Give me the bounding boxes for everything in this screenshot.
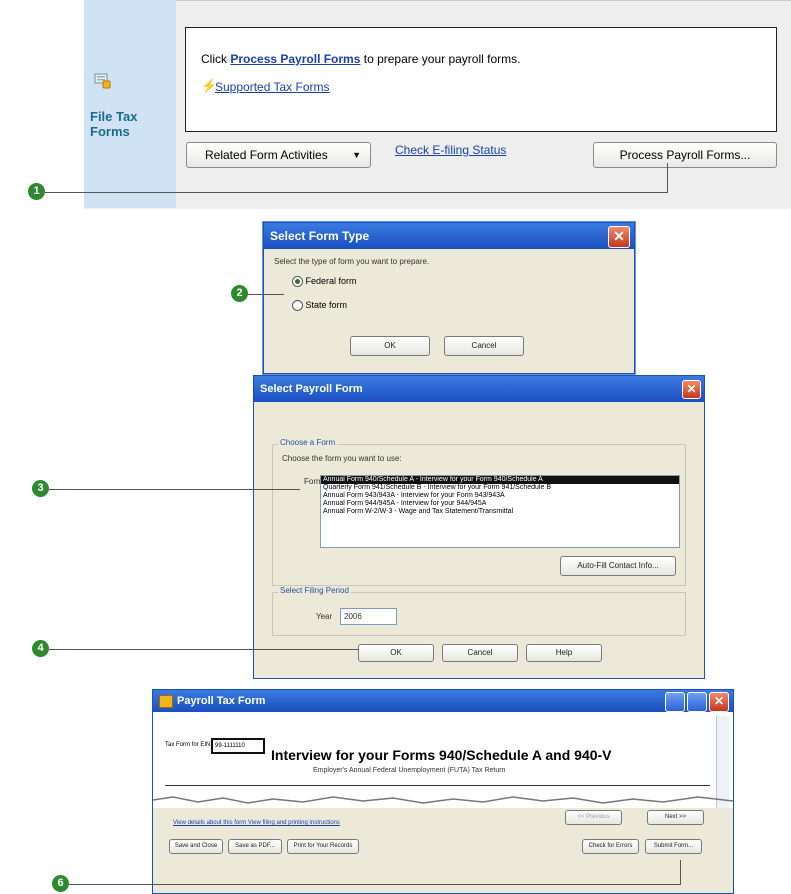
related-button-label: Related Form Activities (205, 148, 328, 162)
callout-4-leader (49, 649, 359, 650)
select-form-type-prompt: Select the type of form you want to prep… (274, 257, 430, 266)
ein-label: Tax Form for EIN: (165, 742, 213, 748)
form-list-item[interactable]: Annual Form W-2/W-3 - Wage and Tax State… (321, 508, 679, 516)
ok-button[interactable]: OK (358, 644, 434, 662)
year-input[interactable]: 2006 (340, 608, 397, 625)
form-info-links[interactable]: View details about this form View filing… (173, 820, 340, 826)
callout-1: 1 (28, 183, 45, 200)
file-tax-forms-icon (94, 72, 112, 90)
next-button[interactable]: Next >> (647, 810, 704, 825)
callout-3-leader (49, 489, 300, 490)
check-for-errors-button[interactable]: Check for Errors (582, 839, 639, 854)
filing-period-group-label: Select Filing Period (278, 586, 351, 595)
state-form-label: State form (305, 300, 348, 310)
divider (165, 785, 710, 786)
instruction-prefix: Click (201, 52, 231, 66)
payroll-tax-form-window: Payroll Tax Form ✕ Tax Form for EIN: 99-… (152, 689, 734, 894)
help-button[interactable]: Help (526, 644, 602, 662)
select-form-type-dialog: Select Form Type ✕ Select the type of fo… (263, 222, 635, 374)
form-subheading: Employer's Annual Federal Unemployment (… (313, 767, 506, 774)
instruction-suffix: to prepare your payroll forms. (360, 52, 521, 66)
radio-selected-icon (292, 276, 303, 288)
federal-form-radio[interactable]: Federal form (292, 276, 357, 288)
maximize-icon[interactable] (687, 692, 707, 712)
instruction-text: Click Process Payroll Forms to prepare y… (201, 52, 520, 66)
callout-6-leader (69, 884, 680, 885)
form-list-item[interactable]: Annual Form 944/945A - Interview for you… (321, 500, 679, 508)
choose-form-group-label: Choose a Form (278, 438, 338, 447)
federal-form-label: Federal form (305, 276, 357, 286)
radio-unselected-icon (292, 300, 303, 312)
callout-1-leader (45, 192, 667, 193)
close-icon[interactable]: ✕ (608, 226, 630, 248)
save-and-close-button[interactable]: Save and Close (169, 839, 223, 854)
close-icon[interactable]: ✕ (682, 380, 701, 399)
callout-1-leader-up (667, 163, 668, 193)
filing-period-group (272, 592, 686, 636)
callout-3: 3 (32, 480, 49, 497)
callout-2: 2 (231, 285, 248, 302)
select-payroll-form-title: Select Payroll Form (254, 376, 704, 402)
torn-edge (153, 794, 733, 808)
form-list[interactable]: Annual Form 940/Schedule A - Interview f… (320, 475, 680, 548)
state-form-radio[interactable]: State form (292, 300, 348, 312)
form-list-item[interactable]: Annual Form 940/Schedule A - Interview f… (321, 476, 679, 484)
year-label: Year (316, 612, 333, 621)
callout-6: 6 (52, 875, 69, 892)
ein-field[interactable]: 99-1111110 (211, 738, 265, 754)
supported-tax-forms-link[interactable]: Supported Tax Forms (215, 80, 330, 94)
nav-column[interactable] (84, 0, 176, 208)
payroll-tax-form-title-text: Payroll Tax Form (177, 695, 266, 707)
previous-button[interactable]: << Previous (565, 810, 622, 825)
payroll-icon (159, 694, 173, 708)
close-icon[interactable]: ✕ (709, 692, 729, 712)
callout-4: 4 (32, 640, 49, 657)
callout-6-leader-up (680, 860, 681, 885)
callout-2-leader (248, 294, 284, 295)
form-list-item[interactable]: Annual Form 943/943A - Interview for you… (321, 492, 679, 500)
check-efiling-status-link[interactable]: Check E-filing Status (395, 143, 506, 157)
cancel-button[interactable]: Cancel (442, 644, 518, 662)
form-list-item[interactable]: Quarterly Form 941/Schedule B - Intervie… (321, 484, 679, 492)
process-payroll-forms-link[interactable]: Process Payroll Forms (230, 52, 360, 66)
process-payroll-forms-button[interactable]: Process Payroll Forms... (593, 142, 777, 168)
cancel-button[interactable]: Cancel (444, 336, 524, 356)
minimize-icon[interactable] (665, 692, 685, 712)
select-form-type-title: Select Form Type (264, 223, 634, 249)
select-payroll-form-dialog: Select Payroll Form ✕ Choose a Form Choo… (253, 375, 705, 679)
save-as-pdf-button[interactable]: Save as PDF... (228, 839, 282, 854)
submit-form-button[interactable]: Submit Form... (645, 839, 702, 854)
related-form-activities-button[interactable]: Related Form Activities ▼ (186, 142, 371, 168)
payroll-tax-form-title: Payroll Tax Form (153, 690, 733, 712)
form-heading: Interview for your Forms 940/Schedule A … (271, 747, 612, 763)
choose-form-prompt: Choose the form you want to use: (282, 454, 402, 463)
nav-label[interactable]: File Tax Forms (90, 109, 150, 139)
dropdown-arrow-icon: ▼ (352, 150, 361, 160)
auto-fill-contact-info-button[interactable]: Auto-Fill Contact Info... (560, 556, 676, 576)
print-for-records-button[interactable]: Print for Your Records (287, 839, 359, 854)
ok-button[interactable]: OK (350, 336, 430, 356)
